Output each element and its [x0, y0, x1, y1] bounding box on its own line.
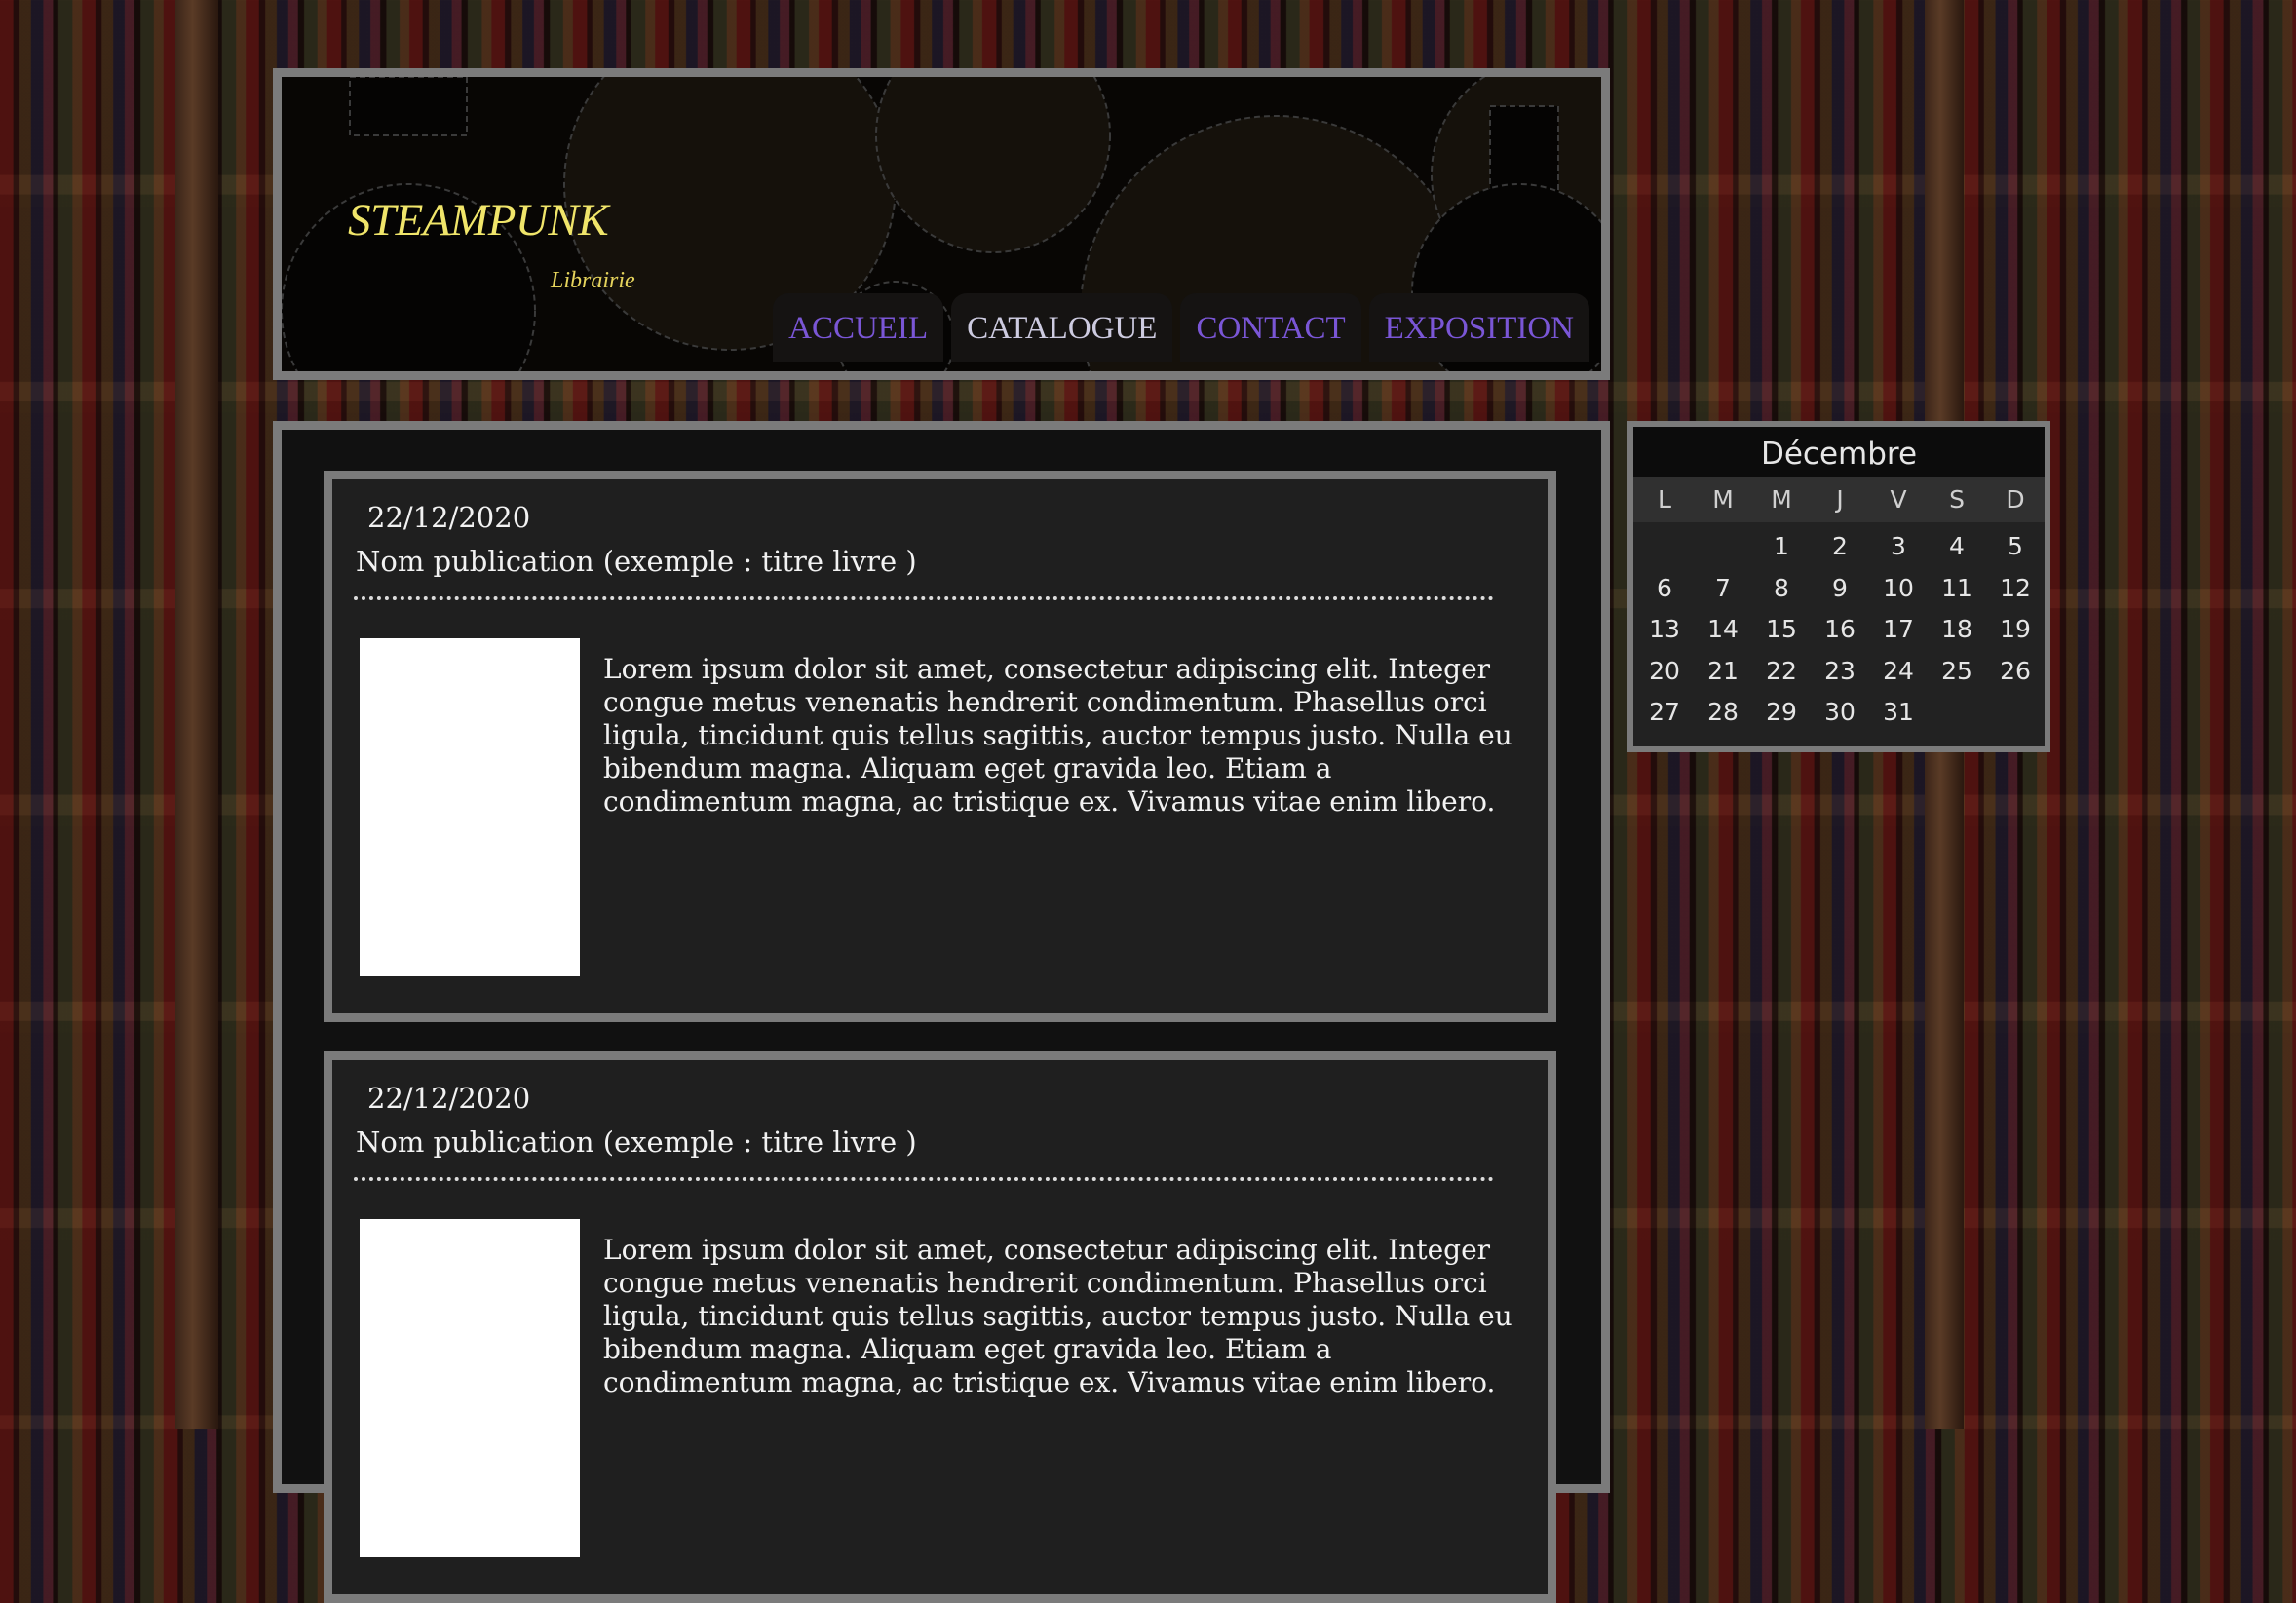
calendar-day[interactable]: 17	[1869, 609, 1928, 651]
divider	[354, 596, 1494, 600]
calendar-day[interactable]: 13	[1635, 609, 1694, 651]
calendar-day[interactable]: 25	[1928, 651, 1986, 693]
publication-card: 22/12/2020 Nom publication (exemple : ti…	[324, 1051, 1556, 1603]
publication-card: 22/12/2020 Nom publication (exemple : ti…	[324, 471, 1556, 1022]
calendar-day[interactable]: 22	[1752, 651, 1811, 693]
calendar-day[interactable]: 4	[1928, 526, 1986, 568]
calendar-day[interactable]: 29	[1752, 692, 1811, 734]
calendar-day[interactable]: 16	[1811, 609, 1869, 651]
nav-accueil[interactable]: ACCUEIL	[773, 293, 944, 362]
calendar-day[interactable]: 24	[1869, 651, 1928, 693]
calendar-day[interactable]: 20	[1635, 651, 1694, 693]
calendar-day[interactable]: 2	[1811, 526, 1869, 568]
weekday-label: S	[1949, 485, 1965, 514]
publication-title[interactable]: Nom publication (exemple : titre livre )	[356, 545, 917, 578]
calendar-day[interactable]: 31	[1869, 692, 1928, 734]
nav-catalogue[interactable]: CATALOGUE	[951, 293, 1173, 362]
calendar-day[interactable]: 7	[1694, 568, 1752, 610]
calendar-day[interactable]: 21	[1694, 651, 1752, 693]
site-header: STEAMPUNK Librairie ACCUEIL CATALOGUE CO…	[273, 68, 1610, 380]
publication-image[interactable]	[360, 1219, 580, 1557]
publication-image[interactable]	[360, 638, 580, 976]
calendar-day[interactable]: 14	[1694, 609, 1752, 651]
calendar-weekdays: L M M J V S D	[1633, 477, 2045, 522]
calendar-day[interactable]: 15	[1752, 609, 1811, 651]
calendar-month: Décembre	[1633, 427, 2045, 477]
calendar-day[interactable]: 18	[1928, 609, 1986, 651]
weekday-label: M	[1712, 485, 1734, 514]
publication-description: Lorem ipsum dolor sit amet, consectetur …	[603, 653, 1512, 818]
nav-exposition[interactable]: EXPOSITION	[1368, 293, 1589, 362]
bookshelf-left-post	[175, 0, 218, 1429]
calendar-day[interactable]: 6	[1635, 568, 1694, 610]
calendar-day[interactable]: 11	[1928, 568, 1986, 610]
calendar-blank	[1694, 526, 1752, 568]
calendar-day[interactable]: 5	[1986, 526, 2045, 568]
publication-title[interactable]: Nom publication (exemple : titre livre )	[356, 1126, 917, 1159]
calendar-blank	[1635, 526, 1694, 568]
nav-contact[interactable]: CONTACT	[1180, 293, 1361, 362]
publications-panel: 22/12/2020 Nom publication (exemple : ti…	[273, 421, 1610, 1603]
calendar-widget: Décembre L M M J V S D 1 2 3 4 5 6 7 8 9 10 11 12 13…	[1627, 421, 2050, 752]
publication-date: 22/12/2020	[367, 1082, 531, 1115]
calendar-day[interactable]: 30	[1811, 692, 1869, 734]
calendar-day[interactable]: 27	[1635, 692, 1694, 734]
publication-date: 22/12/2020	[367, 501, 531, 534]
calendar-day[interactable]: 1	[1752, 526, 1811, 568]
weekday-label: V	[1890, 485, 1907, 514]
divider	[354, 1177, 1494, 1181]
main-nav: ACCUEIL CATALOGUE CONTACT EXPOSITION	[773, 293, 1589, 362]
weekday-label: D	[2006, 485, 2025, 514]
calendar-day[interactable]: 12	[1986, 568, 2045, 610]
weekday-label: J	[1836, 485, 1844, 514]
calendar-day[interactable]: 26	[1986, 651, 2045, 693]
brand-title[interactable]: STEAMPUNK	[348, 194, 609, 247]
weekday-label: L	[1658, 485, 1671, 514]
weekday-label: M	[1771, 485, 1792, 514]
calendar-day[interactable]: 3	[1869, 526, 1928, 568]
calendar-day[interactable]: 28	[1694, 692, 1752, 734]
calendar-day[interactable]: 9	[1811, 568, 1869, 610]
calendar-day[interactable]: 23	[1811, 651, 1869, 693]
calendar-day[interactable]: 8	[1752, 568, 1811, 610]
calendar-days: 1 2 3 4 5 6 7 8 9 10 11 12 13 14 15 16 17 18 19 20 21 22 23 24 2…	[1633, 522, 2045, 734]
calendar-day[interactable]: 10	[1869, 568, 1928, 610]
brand-subtitle: Librairie	[551, 268, 635, 293]
publication-description: Lorem ipsum dolor sit amet, consectetur …	[603, 1234, 1512, 1398]
calendar-day[interactable]: 19	[1986, 609, 2045, 651]
